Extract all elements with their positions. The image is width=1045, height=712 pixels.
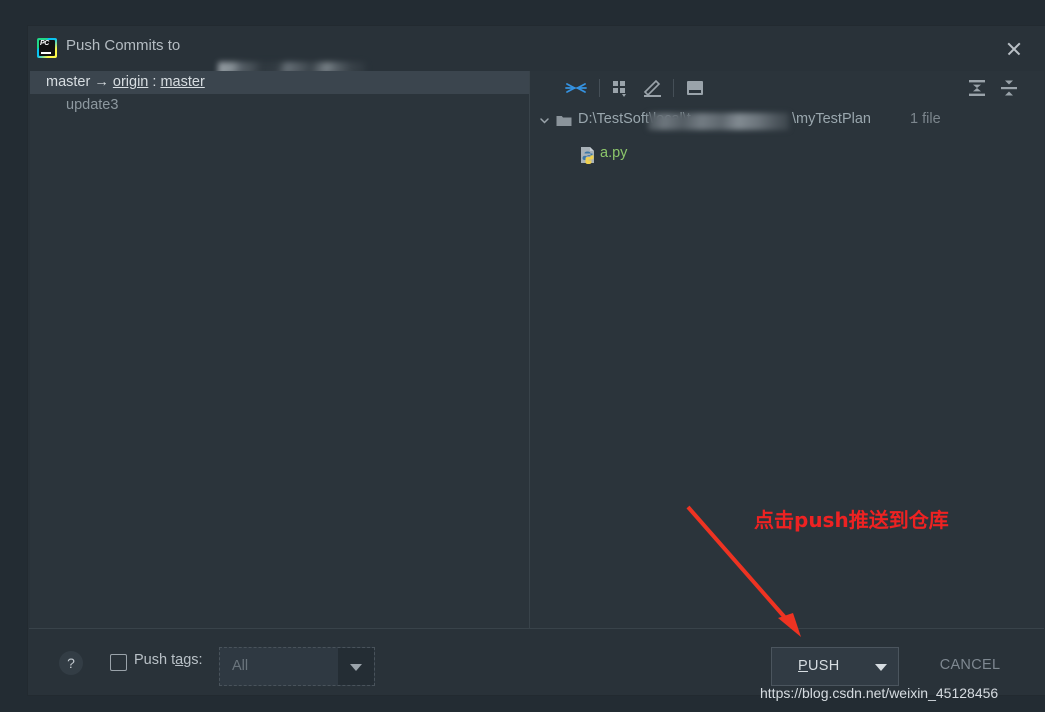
directory-file-count: 1 file [910,111,941,127]
push-tags-combo[interactable]: All [219,647,375,686]
watermark: https://blog.csdn.net/weixin_45128456 [760,685,999,701]
dialog-title-bar: Push Commits to [28,26,1045,87]
push-button-mnemonic: P [798,658,808,674]
python-file-icon [580,146,597,164]
toolbar-separator-2 [673,79,674,97]
preview-panel-icon[interactable] [682,75,708,101]
push-button-label-rest: USH [807,658,840,674]
folder-icon [556,114,572,127]
push-tags-checkbox[interactable] [110,654,127,671]
changed-files-panel: D:\TestSoft\local\t \myTestPlan 1 file a… [530,71,1044,628]
commit-list-panel: master → origin : master update3 [30,71,529,628]
branch-target-link[interactable]: master [160,74,204,90]
dialog-title: Push Commits to [66,37,181,54]
edit-pencil-icon[interactable] [640,75,666,101]
help-button[interactable]: ? [59,651,83,675]
push-commits-dialog: Push Commits to master → origin : master [28,26,1045,695]
push-tags-label[interactable]: Push tags: [134,652,203,668]
branch-separator: : [152,74,157,90]
chevron-down-icon[interactable] [539,115,550,126]
dialog-content: master → origin : master update3 D:\Test… [29,71,1044,628]
branch-label: master → origin : master [46,74,205,90]
push-tags-label-after: gs: [183,652,203,668]
branch-row[interactable]: master → origin : master [30,71,529,94]
directory-path-suffix: \myTestPlan [792,111,871,127]
commit-message: update3 [66,97,119,113]
chevron-down-icon[interactable] [875,664,887,671]
close-icon[interactable] [1003,38,1025,60]
screenshot-root: Push Commits to master → origin : master [0,0,1045,712]
push-tags-combo-arrow-button[interactable] [338,648,374,685]
branch-arrow-icon: → [94,74,109,90]
push-button-label: PUSH [798,658,840,674]
cancel-button-label: CANCEL [939,657,1001,673]
commit-row[interactable]: update3 [30,96,529,118]
branch-remote-link[interactable]: origin [113,74,148,90]
collapse-arrows-icon[interactable] [563,75,589,101]
push-tags-combo-value: All [232,658,249,674]
file-name: a.py [600,145,628,161]
push-tags-label-before: Push t [134,652,176,668]
group-by-icon[interactable] [608,75,634,101]
push-tags-label-mnemonic: a [175,652,184,668]
pycharm-logo-icon [37,38,57,58]
push-button[interactable]: PUSH [771,647,899,686]
changed-files-toolbar [530,71,1044,105]
collapse-all-icon[interactable] [996,75,1022,101]
file-row[interactable]: a.py [530,143,1044,167]
toolbar-separator [599,79,600,97]
redacted-directory-path [648,113,789,130]
push-button-split [868,648,869,685]
annotation-note: 点击push推送到仓库 [754,508,949,532]
expand-all-icon[interactable] [964,75,990,101]
branch-source: master [46,74,91,90]
chevron-down-icon [350,664,362,671]
cancel-button[interactable]: CANCEL [909,647,1031,686]
